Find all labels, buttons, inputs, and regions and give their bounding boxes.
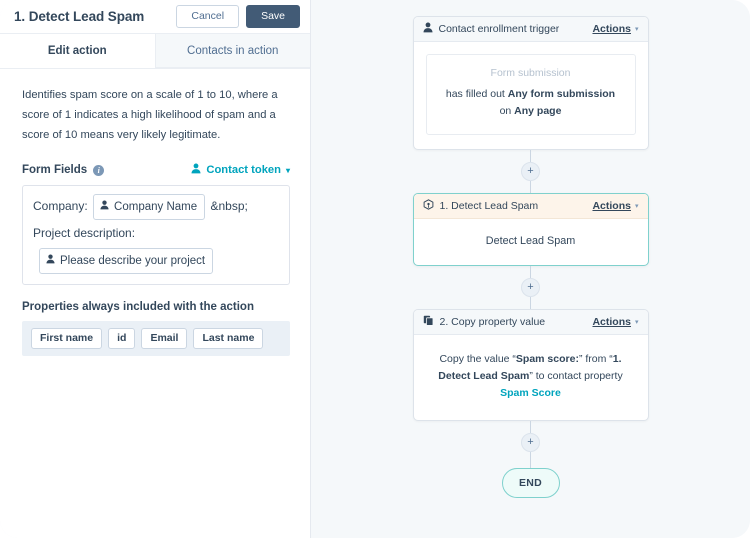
property-chip[interactable]: First name <box>31 328 103 349</box>
action-description: Identifies spam score on a scale of 1 to… <box>22 89 278 141</box>
panel-header: 1. Detect Lead Spam Cancel Save <box>0 0 310 34</box>
copy-property-summary: Copy the value “Spam score:” from “1. De… <box>424 349 638 404</box>
field-label: Company: <box>33 199 88 214</box>
token-chip-label: Company Name <box>114 201 198 213</box>
contact-token-label: Contact token <box>206 164 281 176</box>
trigger-line-1-value: Any form submission <box>507 88 616 100</box>
app-window: 1. Detect Lead Spam Cancel Save Edit act… <box>0 0 750 538</box>
workflow-node-step-1[interactable]: 1. Detect Lead Spam Actions ▾ Detect Lea… <box>412 193 649 266</box>
add-step-button[interactable]: + <box>521 278 540 297</box>
cube-icon <box>423 197 434 215</box>
save-button[interactable]: Save <box>246 5 300 28</box>
copy-icon <box>423 313 434 331</box>
property-chip[interactable]: id <box>108 328 136 349</box>
connector-line <box>529 181 532 193</box>
connector-line <box>529 421 532 433</box>
trigger-type-label: Form submission <box>490 67 571 79</box>
panel-header-buttons: Cancel Save <box>176 5 300 28</box>
contact-token-dropdown[interactable]: Contact token ▾ <box>191 163 290 177</box>
node-title: Contact enrollment trigger <box>438 23 560 35</box>
property-chip[interactable]: Last name <box>193 328 264 349</box>
form-fields-header: Form Fields i Contact token ▾ <box>22 163 290 177</box>
node-title: 1. Detect Lead Spam <box>439 200 539 212</box>
field-trailing-text: &nbsp; <box>210 199 248 214</box>
token-chip[interactable]: Please describe your project <box>39 248 214 274</box>
copy-text-part-1: Copy the value “ <box>439 353 516 365</box>
chevron-down-icon: ▾ <box>634 26 639 33</box>
node-actions-label: Actions <box>592 23 631 35</box>
panel-tabs: Edit action Contacts in action <box>0 34 310 69</box>
properties-chip-list: First name id Email Last name <box>22 321 290 356</box>
trigger-line-1-prefix: has filled out <box>445 88 508 100</box>
node-body: Form submission has filled out Any form … <box>414 42 648 149</box>
action-edit-panel: 1. Detect Lead Spam Cancel Save Edit act… <box>0 0 311 538</box>
trigger-line-2: on Any page <box>437 103 625 120</box>
chevron-down-icon: ▾ <box>285 165 290 175</box>
field-label: Project description: <box>33 226 136 240</box>
node-actions-label: Actions <box>592 200 631 212</box>
copy-target-property[interactable]: Spam Score <box>500 387 561 399</box>
info-icon[interactable]: i <box>93 164 105 176</box>
trigger-line-2-value: Any page <box>514 105 562 117</box>
connector-line <box>529 150 532 162</box>
workflow-end-node: END <box>501 468 560 498</box>
workflow-canvas[interactable]: Contact enrollment trigger Actions ▾ For… <box>311 0 750 538</box>
node-body: Detect Lead Spam <box>485 235 576 247</box>
node-actions-dropdown[interactable]: Actions ▾ <box>592 200 638 212</box>
copy-text-part-2: ” from “ <box>578 353 613 365</box>
workflow-flow: Contact enrollment trigger Actions ▾ For… <box>311 0 750 538</box>
page-title: 1. Detect Lead Spam <box>14 9 145 24</box>
cancel-button[interactable]: Cancel <box>176 5 240 28</box>
field-row: Company: Company Name &nbsp; <box>33 194 279 220</box>
node-actions-dropdown[interactable]: Actions ▾ <box>592 23 638 35</box>
connector-line <box>529 266 532 278</box>
trigger-line-2-prefix: on <box>499 105 515 117</box>
trigger-criteria-box[interactable]: Form submission has filled out Any form … <box>425 54 636 135</box>
workflow-node-trigger[interactable]: Contact enrollment trigger Actions ▾ For… <box>412 16 649 150</box>
token-chip-label: Please describe your project <box>60 255 206 267</box>
form-fields-box[interactable]: Company: Company Name &nbsp; Project des… <box>22 185 290 285</box>
tab-contacts-in-action[interactable]: Contacts in action <box>154 34 310 68</box>
add-step-button[interactable]: + <box>521 162 540 181</box>
node-actions-dropdown[interactable]: Actions ▾ <box>592 316 638 328</box>
panel-body: Identifies spam score on a scale of 1 to… <box>0 69 310 538</box>
node-header: Contact enrollment trigger Actions ▾ <box>413 17 648 42</box>
add-step-button[interactable]: + <box>521 433 540 452</box>
property-chip[interactable]: Email <box>141 328 188 349</box>
chevron-down-icon: ▾ <box>634 319 639 326</box>
node-title: 2. Copy property value <box>439 316 546 328</box>
trigger-line-1: has filled out Any form submission <box>437 86 625 103</box>
connector-line <box>529 297 532 309</box>
contact-icon <box>423 20 433 38</box>
tab-edit-action[interactable]: Edit action <box>0 34 155 68</box>
form-fields-label: Form Fields <box>22 164 88 176</box>
copy-text-part-3: ” to contact property <box>529 370 623 382</box>
field-row: Project description: Please describe you… <box>33 222 279 274</box>
node-header: 1. Detect Lead Spam Actions ▾ <box>413 194 648 219</box>
node-actions-label: Actions <box>592 316 631 328</box>
connector-line <box>529 452 532 468</box>
person-icon <box>191 163 201 177</box>
token-chip[interactable]: Company Name <box>93 194 206 220</box>
workflow-node-step-2[interactable]: 2. Copy property value Actions ▾ Copy th… <box>412 309 649 421</box>
person-icon <box>46 250 55 272</box>
chevron-down-icon: ▾ <box>634 203 639 210</box>
node-header: 2. Copy property value Actions ▾ <box>413 310 648 335</box>
copy-source-property: Spam score: <box>515 353 579 365</box>
person-icon <box>100 196 109 218</box>
node-body: Copy the value “Spam score:” from “1. De… <box>414 335 648 420</box>
properties-label: Properties always included with the acti… <box>22 301 254 313</box>
